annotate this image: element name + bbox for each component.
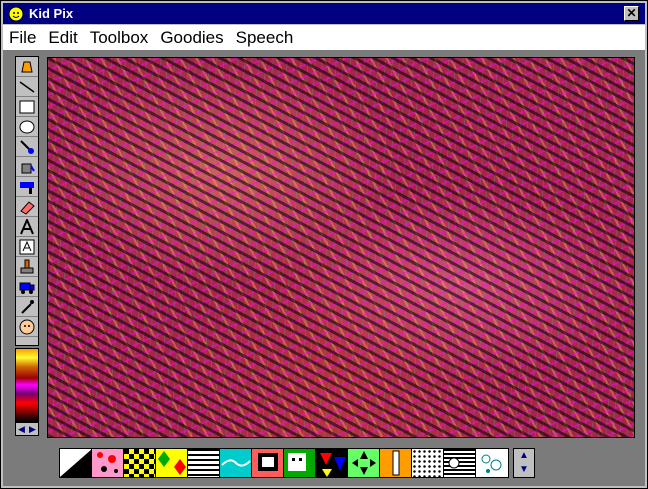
tool-paintbrush[interactable] [16,137,38,157]
wave-icon [221,459,251,467]
menu-toolbox[interactable]: Toolbox [84,28,155,48]
work-area: ◀ ▶ ▲ ▼ [3,50,645,486]
tool-text-stamp[interactable] [16,237,38,257]
tool-rubber-stamp[interactable] [16,257,38,277]
window-title: Kid Pix [29,6,74,21]
diagonal-fill-icon [60,449,91,477]
option-bubbles[interactable] [476,449,508,477]
diamonds-icon [158,451,186,475]
color-left-arrow-icon[interactable]: ◀ [16,423,27,435]
title-bar[interactable]: Kid Pix ✕ [3,3,645,24]
tool-oval[interactable] [16,117,38,137]
option-pixel-grid[interactable] [252,449,284,477]
option-face-block[interactable] [284,449,316,477]
stripes-icon [448,457,460,469]
options-scroll: ▲ ▼ [513,448,535,478]
text-stamp-icon [19,239,35,255]
option-speckle[interactable] [412,449,444,477]
drawing-canvas[interactable] [47,57,635,438]
bubbles-icon [481,454,502,473]
option-checker-yellow[interactable] [124,449,156,477]
tool-pencil[interactable] [16,57,38,77]
bar-icon [392,450,400,476]
option-stripes-bw[interactable] [444,449,476,477]
menu-speech[interactable]: Speech [230,28,300,48]
kid-pix-app-icon [8,6,24,21]
color-palette[interactable] [15,348,39,422]
option-pink-dots[interactable] [92,449,124,477]
option-teal-wave[interactable] [220,449,252,477]
pink-dots-icon [97,452,118,473]
options-up-arrow-icon[interactable]: ▲ [514,449,534,463]
eraser-icon [20,201,35,215]
tool-eraser[interactable] [16,197,38,217]
face-block-icon [288,453,306,471]
option-diagonal-fill[interactable] [60,449,92,477]
paint-bucket-icon [21,163,35,174]
eyedropper-icon [21,300,34,314]
option-arrows-green[interactable] [348,449,380,477]
wacky-brush-icon [20,182,34,194]
grid-icon [258,453,278,471]
tool-line[interactable] [16,77,38,97]
oval-icon [19,120,35,134]
options-down-arrow-icon[interactable]: ▼ [514,463,534,477]
option-orange-bar[interactable] [380,449,412,477]
tool-eyedropper[interactable] [16,297,38,317]
kid-pix-window: Kid Pix ✕ File Edit Toolbox Goodies Spee… [0,0,648,489]
pencil-icon [21,61,33,73]
paintbrush-icon [20,140,34,154]
tool-rectangle[interactable] [16,97,38,117]
rubber-stamp-icon [20,259,34,274]
close-button[interactable]: ✕ [624,6,639,21]
tool-undo-guy[interactable] [16,317,38,337]
rectangle-icon [19,100,35,114]
tool-options-bar [59,448,509,478]
color-scroll: ◀ ▶ [15,422,39,436]
menu-file[interactable]: File [3,28,42,48]
triangles-icon [320,453,346,477]
option-horizontal-lines[interactable] [188,449,220,477]
menu-bar: File Edit Toolbox Goodies Speech [3,25,645,50]
tool-moving-van[interactable] [16,277,38,297]
menu-goodies[interactable]: Goodies [154,28,229,48]
toolbox [15,56,39,346]
undo-guy-icon [19,319,35,335]
menu-edit[interactable]: Edit [42,28,83,48]
option-triangles[interactable] [316,449,348,477]
moving-van-icon [19,282,35,294]
tool-paint-bucket[interactable] [16,157,38,177]
color-right-arrow-icon[interactable]: ▶ [27,423,38,435]
arrows-icon [352,451,376,475]
tool-wacky-brush[interactable] [16,177,38,197]
option-diamonds[interactable] [156,449,188,477]
text-icon [20,219,34,235]
line-icon [19,81,35,93]
tool-text[interactable] [16,217,38,237]
